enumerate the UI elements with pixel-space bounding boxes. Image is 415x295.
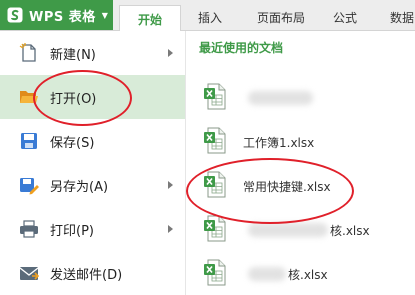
menu-item-new[interactable]: 新建(N) [0, 31, 185, 75]
menu-item-print[interactable]: 打印(P) [0, 207, 185, 251]
recent-file-name: 核.xlsx [288, 268, 328, 282]
xlsx-file-icon [204, 215, 226, 242]
save-as-icon [20, 178, 39, 195]
recent-file-item[interactable]: 核.xlsx [186, 251, 415, 295]
blurred-filename [248, 267, 286, 281]
menu-item-label: 发送邮件(D) [50, 267, 123, 283]
chevron-down-icon: ▼ [101, 10, 108, 20]
print-icon [20, 220, 38, 238]
recent-file-name: 核.xlsx [330, 224, 370, 238]
app-title: WPS 表格 [29, 9, 96, 25]
tab-data[interactable]: 数据 [382, 5, 415, 30]
ribbon-tab-bar: WPS 表格 ▼ 开始 插入 页面布局 公式 数据 [0, 0, 415, 32]
submenu-arrow-icon [168, 49, 173, 57]
recent-file-item[interactable]: 核.xlsx [186, 207, 415, 251]
menu-item-label: 打开(O) [50, 91, 97, 107]
recent-file-name: 工作簿1.xlsx [243, 136, 315, 150]
recent-file-item[interactable] [186, 75, 415, 119]
submenu-arrow-icon [168, 181, 173, 189]
app-menu-button[interactable]: WPS 表格 ▼ [0, 0, 113, 30]
recent-file-name: 常用快捷键.xlsx [243, 180, 331, 194]
menu-item-open[interactable]: 打开(O) [0, 75, 185, 119]
menu-item-label: 另存为(A) [50, 179, 109, 195]
save-icon [21, 133, 37, 149]
menu-item-save-as[interactable]: 另存为(A) [0, 163, 185, 207]
menu-item-label: 新建(N) [50, 47, 96, 63]
recent-documents-panel: 最近使用的文档 工作簿1.xlsx 常用快捷键.xlsx 核.xlsx 核.xl… [186, 31, 415, 295]
file-menu: 新建(N) 打开(O) 保存(S) 另存为(A) 打印(P) 发送邮件(D) [0, 31, 186, 295]
xlsx-file-icon [204, 171, 226, 198]
tab-home[interactable]: 开始 [119, 5, 181, 32]
blurred-filename [248, 91, 313, 105]
tab-insert[interactable]: 插入 [185, 5, 235, 30]
menu-item-send-mail[interactable]: 发送邮件(D) [0, 251, 185, 295]
tab-page-layout[interactable]: 页面布局 [246, 5, 316, 30]
open-folder-icon [20, 91, 38, 103]
menu-item-save[interactable]: 保存(S) [0, 119, 185, 163]
wps-logo-icon [7, 7, 23, 23]
xlsx-file-icon [204, 127, 226, 154]
menu-item-label: 打印(P) [50, 223, 94, 239]
xlsx-file-icon [204, 259, 226, 286]
recent-documents-title: 最近使用的文档 [199, 41, 284, 55]
blurred-filename [248, 223, 328, 237]
tab-formula[interactable]: 公式 [324, 5, 366, 30]
submenu-arrow-icon [168, 225, 173, 233]
xlsx-file-icon [204, 83, 226, 110]
recent-file-item[interactable]: 工作簿1.xlsx [186, 119, 415, 163]
new-document-icon [19, 43, 36, 62]
mail-icon [19, 267, 39, 280]
recent-file-item[interactable]: 常用快捷键.xlsx [186, 163, 415, 207]
menu-item-label: 保存(S) [50, 135, 95, 151]
